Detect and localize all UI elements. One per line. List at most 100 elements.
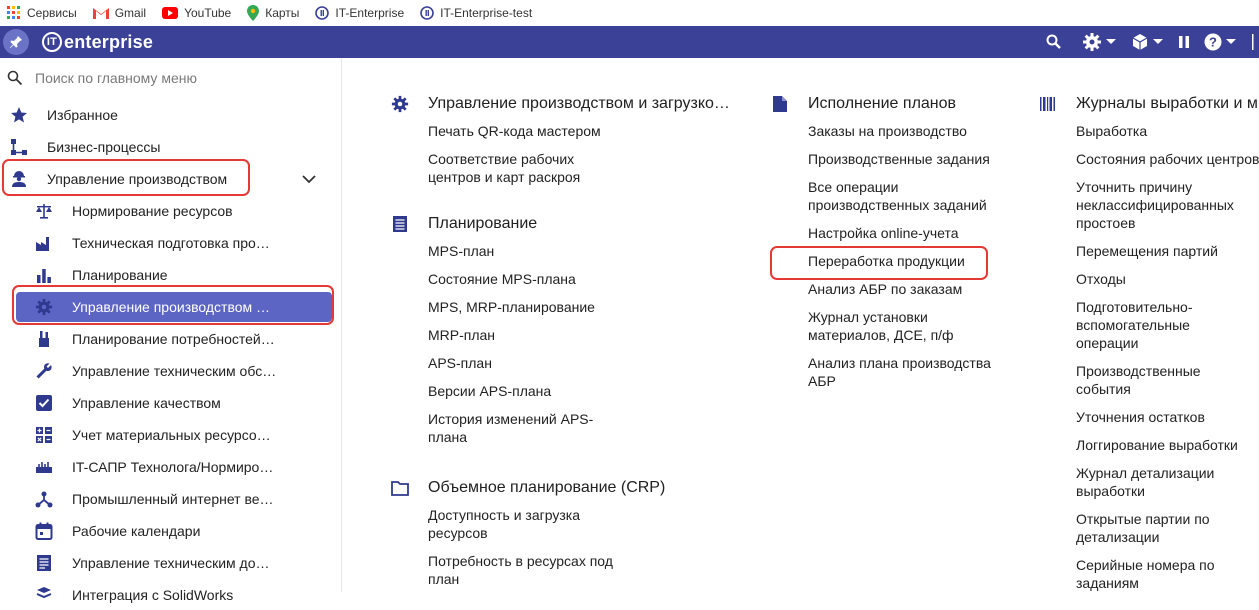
group-title: Планирование — [428, 215, 538, 232]
bookmark-youtube[interactable]: YouTube — [162, 6, 231, 20]
sidebar-item-work-calendars[interactable]: Рабочие календари — [0, 516, 340, 546]
menu-link[interactable]: Версии APS-плана — [428, 382, 628, 400]
sidebar-item-it-cad[interactable]: IT-САПР Технолога/Нормиро… — [0, 452, 340, 482]
bookmark-maps[interactable]: Карты — [247, 5, 299, 21]
workflow-icon — [10, 138, 28, 156]
menu-link[interactable]: Серийные номера по заданиям — [1076, 556, 1226, 592]
menu-link[interactable]: Соответствие рабочих центров и карт раск… — [428, 150, 608, 186]
menu-column-1: Управление производством и загрузко… Печ… — [390, 92, 730, 588]
sidebar-item-solidworks-integration[interactable]: Интеграция с SolidWorks — [0, 580, 340, 610]
menu-link[interactable]: Открытые партии по детализации — [1076, 510, 1226, 546]
tools-icon — [35, 330, 53, 348]
logo-text: enterprise — [64, 31, 154, 52]
bookmark-label: IT-Enterprise-test — [440, 6, 533, 20]
menu-link[interactable]: Анализ АБР по заказам — [808, 280, 1008, 298]
chevron-down-icon — [1226, 39, 1236, 44]
settings-menu-button[interactable] — [1082, 32, 1117, 52]
pin-button[interactable] — [3, 29, 29, 55]
pin-icon — [10, 36, 22, 48]
menu-column-2: Исполнение планов Заказы на производство… — [770, 92, 1008, 390]
menu-link[interactable]: Журнал установки материалов, ДСЕ, п/ф — [808, 308, 973, 344]
menu-link[interactable]: Потребность в ресурсах под план — [428, 552, 618, 588]
pause-button[interactable] — [1178, 35, 1190, 49]
sidebar-item-label: Планирование потребностей… — [72, 331, 275, 347]
bookmark-services[interactable]: Сервисы — [7, 6, 77, 20]
youtube-icon — [162, 7, 179, 19]
wrench-icon — [35, 362, 53, 380]
menu-link[interactable]: Уточнения остатков — [1076, 408, 1258, 426]
sidebar-item-resource-norming[interactable]: Нормирование ресурсов — [0, 196, 340, 226]
more-button[interactable] — [1251, 34, 1255, 50]
menu-link[interactable]: MPS-план — [428, 242, 628, 260]
svg-text:?: ? — [1209, 35, 1217, 50]
sidebar-item-quality-management[interactable]: Управление качеством — [0, 388, 340, 418]
menu-link[interactable]: Печать QR-кода мастером — [428, 122, 628, 140]
maps-pin-icon — [247, 5, 260, 21]
menu-link[interactable]: MRP-план — [428, 326, 628, 344]
menu-link[interactable]: Доступность и загрузка ресурсов — [428, 506, 598, 542]
sidebar-item-label: Управление качеством — [72, 395, 221, 411]
sidebar-item-favorites[interactable]: Избранное — [0, 100, 340, 130]
search-input[interactable] — [35, 70, 315, 86]
sidebar-item-business-processes[interactable]: Бизнес-процессы — [0, 132, 340, 162]
modules-menu-button[interactable] — [1131, 33, 1164, 51]
factory-icon — [35, 234, 53, 252]
menu-link[interactable]: Отходы — [1076, 270, 1258, 288]
menu-link[interactable]: Настройка online-учета — [808, 224, 1008, 242]
bookmark-label: Gmail — [114, 6, 147, 20]
sidebar-item-label: IT-САПР Технолога/Нормиро… — [72, 459, 274, 475]
menu-link[interactable]: Журнал детализации выработки — [1076, 464, 1236, 500]
bookmark-gmail[interactable]: Gmail — [92, 6, 147, 20]
sidebar-item-needs-planning[interactable]: Планирование потребностей… — [0, 324, 340, 354]
menu-link[interactable]: MPS, MRP-планирование — [428, 298, 628, 316]
menu-link[interactable]: Заказы на производство — [808, 122, 1008, 140]
bookmark-it-enterprise[interactable]: IT-Enterprise — [315, 6, 404, 20]
menu-link[interactable]: APS-план — [428, 354, 628, 372]
calendar-icon — [35, 522, 53, 540]
menu-link[interactable]: Состояния рабочих центров — [1076, 150, 1259, 168]
group-title: Журналы выработки и м — [1076, 95, 1258, 112]
menu-link[interactable]: Все операции производственных заданий — [808, 178, 998, 214]
help-menu-button[interactable]: ? — [1204, 33, 1237, 51]
menu-link[interactable]: Производственные задания — [808, 150, 1008, 168]
sidebar-item-technical-preparation[interactable]: Техническая подготовка про… — [0, 228, 340, 258]
menu-link[interactable]: Состояние MPS-плана — [428, 270, 628, 288]
sidebar-item-label: Учет материальных ресурсо… — [72, 427, 271, 443]
search-icon — [7, 70, 23, 86]
menu-link[interactable]: Уточнить причину неклассифицированных пр… — [1076, 178, 1251, 232]
ruler-icon — [35, 458, 53, 476]
app-logo[interactable]: IT enterprise — [42, 32, 153, 53]
gear-icon — [390, 95, 410, 113]
sidebar-item-label: Бизнес-процессы — [47, 139, 161, 155]
sidebar-item-maintenance-management[interactable]: Управление техническим обс… — [0, 356, 340, 386]
group-header-output-journals: Журналы выработки и м — [1038, 92, 1258, 116]
cube-icon — [1132, 34, 1148, 50]
bookmark-label: Сервисы — [27, 6, 77, 20]
star-icon — [10, 106, 28, 124]
highlight-product-processing — [770, 246, 988, 280]
group-title: Исполнение планов — [808, 95, 957, 112]
group-title: Управление производством и загрузко… — [428, 95, 730, 112]
search-button[interactable] — [1046, 34, 1062, 50]
checkbox-icon — [35, 394, 53, 412]
integration-icon — [35, 586, 53, 604]
bookmark-it-enterprise-test[interactable]: IT-Enterprise-test — [420, 6, 532, 20]
menu-link[interactable]: Подготовительно-вспомогательные операции — [1076, 298, 1256, 352]
menu-link[interactable]: Выработка — [1076, 122, 1258, 140]
menu-search — [0, 64, 340, 92]
menu-link[interactable]: Логгирование выработки — [1076, 436, 1258, 454]
menu-link[interactable]: Производственные события — [1076, 362, 1226, 398]
it-enterprise-icon — [420, 6, 434, 20]
sidebar-item-technical-documentation[interactable]: Управление техническим до… — [0, 548, 340, 578]
chevron-down-icon[interactable] — [302, 174, 316, 184]
menu-link[interactable]: История изменений APS-плана — [428, 410, 603, 446]
sidebar-item-label: Нормирование ресурсов — [72, 203, 233, 219]
list-doc-icon — [390, 215, 410, 233]
sidebar-item-material-accounting[interactable]: Учет материальных ресурсо… — [0, 420, 340, 450]
sidebar-item-label: Планирование — [72, 267, 168, 283]
menu-link[interactable]: Перемещения партий — [1076, 242, 1258, 260]
chevron-down-icon — [1153, 39, 1163, 44]
bookmark-label: IT-Enterprise — [335, 6, 405, 20]
menu-link[interactable]: Анализ плана производства АБР — [808, 354, 1003, 390]
sidebar-item-industrial-iot[interactable]: Промышленный интернет ве… — [0, 484, 340, 514]
